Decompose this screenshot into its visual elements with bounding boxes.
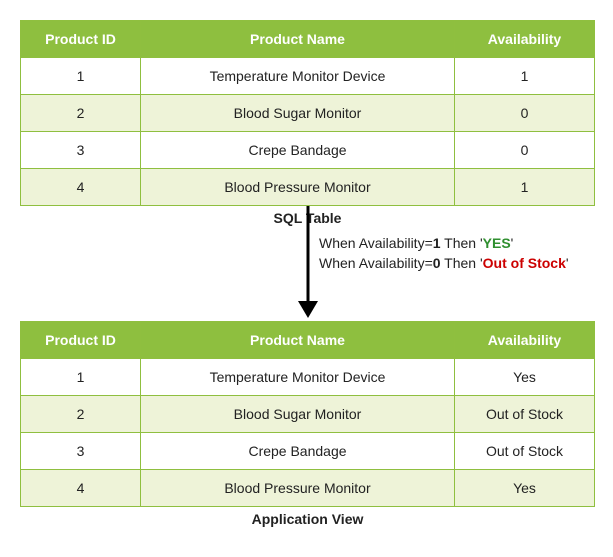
- down-arrow-icon: [296, 206, 320, 321]
- cell-avail: Yes: [455, 359, 595, 396]
- rule-line-1: When Availability=1 Then 'YES': [319, 234, 569, 254]
- sql-table: Product ID Product Name Availability 1 T…: [20, 20, 595, 206]
- cell-name: Crepe Bandage: [141, 433, 455, 470]
- col-product-name: Product Name: [141, 322, 455, 359]
- table-header-row: Product ID Product Name Availability: [21, 21, 595, 58]
- cell-id: 1: [21, 58, 141, 95]
- col-product-id: Product ID: [21, 322, 141, 359]
- col-availability: Availability: [455, 21, 595, 58]
- rule-line-2: When Availability=0 Then 'Out of Stock': [319, 254, 569, 274]
- cell-name: Blood Sugar Monitor: [141, 95, 455, 132]
- table-row: 3 Crepe Bandage 0: [21, 132, 595, 169]
- cell-name: Blood Pressure Monitor: [141, 169, 455, 206]
- cell-id: 1: [21, 359, 141, 396]
- col-availability: Availability: [455, 322, 595, 359]
- cell-avail: 1: [455, 169, 595, 206]
- cell-name: Temperature Monitor Device: [141, 359, 455, 396]
- transform-rules: When Availability=1 Then 'YES' When Avai…: [319, 234, 569, 273]
- table-row: 4 Blood Pressure Monitor 1: [21, 169, 595, 206]
- cell-avail: 0: [455, 132, 595, 169]
- col-product-name: Product Name: [141, 21, 455, 58]
- col-product-id: Product ID: [21, 21, 141, 58]
- table-row: 2 Blood Sugar Monitor 0: [21, 95, 595, 132]
- cell-avail: 1: [455, 58, 595, 95]
- cell-avail: Out of Stock: [455, 396, 595, 433]
- table-row: 1 Temperature Monitor Device Yes: [21, 359, 595, 396]
- table-row: 1 Temperature Monitor Device 1: [21, 58, 595, 95]
- cell-avail: Yes: [455, 470, 595, 507]
- cell-name: Crepe Bandage: [141, 132, 455, 169]
- cell-avail: 0: [455, 95, 595, 132]
- cell-name: Temperature Monitor Device: [141, 58, 455, 95]
- cell-id: 4: [21, 169, 141, 206]
- table-header-row: Product ID Product Name Availability: [21, 322, 595, 359]
- cell-id: 2: [21, 95, 141, 132]
- cell-id: 2: [21, 396, 141, 433]
- transform-area: SQL Table When Availability=1 Then 'YES'…: [20, 206, 595, 321]
- cell-id: 4: [21, 470, 141, 507]
- cell-id: 3: [21, 433, 141, 470]
- cell-avail: Out of Stock: [455, 433, 595, 470]
- cell-name: Blood Pressure Monitor: [141, 470, 455, 507]
- table-row: 3 Crepe Bandage Out of Stock: [21, 433, 595, 470]
- cell-id: 3: [21, 132, 141, 169]
- application-view-table: Product ID Product Name Availability 1 T…: [20, 321, 595, 507]
- application-view-caption: Application View: [20, 511, 595, 527]
- table-row: 2 Blood Sugar Monitor Out of Stock: [21, 396, 595, 433]
- table-row: 4 Blood Pressure Monitor Yes: [21, 470, 595, 507]
- cell-name: Blood Sugar Monitor: [141, 396, 455, 433]
